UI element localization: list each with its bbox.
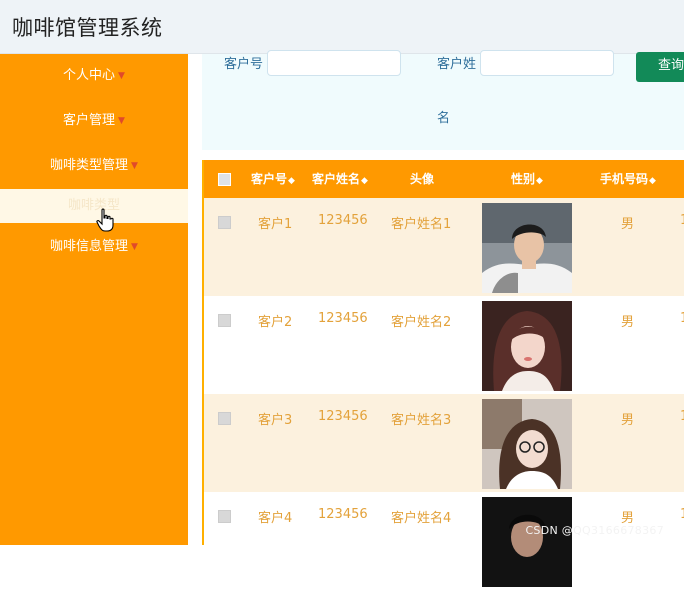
sidebar-item-coffee-info-management[interactable]: 咖啡信息管理 ▼ [0,229,188,265]
cell-password: 123456 [318,409,368,424]
customer-id-label: 客户号 [224,57,264,72]
query-button-label: 查询 [658,58,684,73]
customer-name-label-wrap: 名 [437,111,451,126]
cell-phone: 1 [680,507,684,522]
cell-password: 123456 [318,507,368,522]
sort-icon: ◆ [649,176,656,186]
cell-customer-id: 客户4 [258,511,293,526]
caret-down-icon: ▼ [131,242,138,252]
cell-password: 123456 [318,213,368,228]
cell-phone: 1 [680,213,684,228]
row-checkbox[interactable] [218,412,231,425]
caret-down-icon: ▼ [118,116,125,126]
top-bar: 咖啡馆管理系统 [0,0,684,54]
cell-customer-id: 客户2 [258,315,293,330]
column-header-avatar: 头像 [409,172,434,186]
sidebar-item-label: 咖啡信息管理 [50,239,129,254]
avatar [482,399,572,489]
cell-customer-id: 客户1 [258,217,293,232]
table-row[interactable]: 客户4 123456 客户姓名4 男 1 [204,492,684,590]
table-header: 客户号◆ 客户姓名◆ 头像 性别◆ 手机号码◆ [204,160,684,198]
sidebar-item-personal-center[interactable]: 个人中心 ▼ [0,58,188,94]
avatar [482,497,572,587]
cell-password: 123456 [318,311,368,326]
customer-table: 客户号◆ 客户姓名◆ 头像 性别◆ 手机号码◆ 客户1 123456 客户姓名1 [202,160,684,590]
search-panel: 客户号 客户姓 名 查询 [202,50,684,150]
avatar [482,301,572,391]
row-checkbox[interactable] [218,216,231,229]
sidebar-item-label: 个人中心 [63,68,116,83]
hand-cursor-icon [96,208,114,232]
customer-id-input[interactable] [267,50,401,76]
sidebar-item-customer-management[interactable]: 客户管理 ▼ [0,103,188,139]
main-content: 客户号 客户姓 名 查询 客户号◆ 客户姓名◆ 头像 性别◆ 手机号码◆ 客户1… [188,50,684,590]
sort-icon: ◆ [361,176,368,186]
sidebar: 个人中心 ▼ 客户管理 ▼ 咖啡类型管理 ▼ 咖啡类型 咖啡信息管理 ▼ [0,54,188,545]
sidebar-item-coffee-type-management[interactable]: 咖啡类型管理 ▼ [0,148,188,184]
sort-icon: ◆ [536,176,543,186]
customer-name-label: 客户姓 [437,57,477,72]
table-row[interactable]: 客户3 123456 客户姓名3 男 1 [204,394,684,492]
cell-customer-name: 客户姓名2 [391,315,452,330]
customer-name-input[interactable] [480,50,614,76]
cell-customer-name: 客户姓名4 [391,511,452,526]
cell-customer-name: 客户姓名3 [391,413,452,428]
row-checkbox[interactable] [218,510,231,523]
watermark: CSDN @QQ3166678367 [525,524,664,537]
app-title: 咖啡馆管理系统 [12,16,163,40]
cell-gender: 男 [621,315,635,330]
row-checkbox[interactable] [218,314,231,327]
cell-gender: 男 [621,413,635,428]
cell-gender: 男 [621,217,635,232]
column-header-phone[interactable]: 手机号码◆ [596,160,660,198]
column-header-customer-name[interactable]: 客户姓名◆ [308,160,372,198]
sidebar-item-label: 咖啡类型管理 [50,158,129,173]
table-row[interactable]: 客户1 123456 客户姓名1 男 1 [204,198,684,296]
query-button[interactable]: 查询 [636,52,684,82]
sidebar-subitem-coffee-type[interactable]: 咖啡类型 [0,189,188,223]
sidebar-item-label: 客户管理 [63,113,116,128]
caret-down-icon: ▼ [131,161,138,171]
column-header-customer-id[interactable]: 客户号◆ [248,160,298,198]
avatar [482,203,572,293]
cell-phone: 1 [680,409,684,424]
column-header-gender[interactable]: 性别◆ [504,160,550,198]
cell-customer-name: 客户姓名1 [391,217,452,232]
select-all-checkbox[interactable] [218,173,231,186]
caret-down-icon: ▼ [118,71,125,81]
cell-phone: 1 [680,311,684,326]
table-row[interactable]: 客户2 123456 客户姓名2 男 1 [204,296,684,394]
sort-icon: ◆ [288,176,295,186]
cell-customer-id: 客户3 [258,413,293,428]
